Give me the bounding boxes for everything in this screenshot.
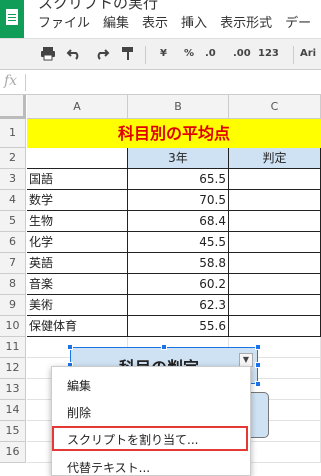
sheets-logo-icon[interactable] — [0, 0, 24, 38]
resize-handle[interactable] — [255, 344, 261, 350]
toolbar-divider — [293, 46, 294, 64]
row-header[interactable]: 11 — [0, 337, 26, 358]
decrease-decimal-button[interactable]: .0 — [205, 48, 216, 59]
formula-divider — [25, 74, 26, 91]
row-header[interactable]: 5 — [0, 211, 26, 232]
score-cell[interactable]: 58.8 — [128, 253, 229, 274]
row-header[interactable]: 12 — [0, 358, 26, 379]
subject-cell[interactable]: 美術 — [27, 295, 128, 316]
row-header[interactable]: 15 — [0, 421, 26, 442]
grade-cell[interactable] — [229, 316, 321, 337]
subject-cell[interactable]: 数学 — [27, 190, 128, 211]
drawing-menu-chevron-down-icon[interactable]: ▼ — [239, 353, 253, 367]
menu-item-delete[interactable]: 削除 — [67, 404, 91, 421]
score-cell[interactable]: 68.4 — [128, 211, 229, 232]
score-cell[interactable]: 55.6 — [128, 316, 229, 337]
header-cell-blank[interactable] — [27, 148, 128, 169]
formula-bar[interactable]: fx — [0, 70, 321, 95]
row-header[interactable]: 4 — [0, 190, 26, 211]
resize-handle[interactable] — [255, 362, 261, 368]
grade-cell[interactable] — [229, 232, 321, 253]
menu-insert[interactable]: 挿入 — [181, 12, 207, 31]
row-header[interactable]: 14 — [0, 400, 26, 421]
header-cell-grade[interactable]: 判定 — [229, 148, 321, 169]
resize-handle[interactable] — [67, 344, 73, 350]
menu-item-alt-text[interactable]: 代替テキスト... — [67, 459, 150, 476]
menu-item-assign-script[interactable]: スクリプトを割り当て... — [67, 431, 198, 448]
menu-bar: ファイル 編集 表示 挿入 表示形式 デー — [38, 12, 321, 31]
grade-cell[interactable] — [229, 274, 321, 295]
row-header[interactable]: 3 — [0, 169, 26, 190]
number-format-button[interactable]: 123 — [258, 48, 279, 59]
column-header-c[interactable]: C — [229, 95, 321, 119]
currency-format-button[interactable]: ¥ — [160, 48, 167, 59]
percent-format-button[interactable]: % — [184, 48, 194, 59]
fx-icon: fx — [4, 73, 18, 89]
subject-cell[interactable]: 国語 — [27, 169, 128, 190]
subject-cell[interactable]: 生物 — [27, 211, 128, 232]
score-cell[interactable]: 70.5 — [128, 190, 229, 211]
subject-cell[interactable]: 保健体育 — [27, 316, 128, 337]
row-header[interactable]: 13 — [0, 379, 26, 400]
toolbar: ¥ % .0 .00 123 Ari — [0, 38, 321, 70]
print-icon[interactable] — [40, 45, 56, 65]
row-header[interactable]: 7 — [0, 253, 26, 274]
grade-cell[interactable] — [229, 211, 321, 232]
sheet-title-cell[interactable]: 科目別の平均点 — [27, 119, 321, 148]
header-cell-year[interactable]: 3年 — [128, 148, 229, 169]
resize-handle[interactable] — [255, 381, 261, 387]
column-header-b[interactable]: B — [128, 95, 229, 119]
grade-cell[interactable] — [229, 169, 321, 190]
app-header: スクリプトの実行 ファイル 編集 表示 挿入 表示形式 デー — [0, 0, 321, 38]
resize-handle[interactable] — [161, 344, 167, 350]
subject-cell[interactable]: 化学 — [27, 232, 128, 253]
grade-cell[interactable] — [229, 190, 321, 211]
row-header[interactable]: 6 — [0, 232, 26, 253]
score-cell[interactable]: 60.2 — [128, 274, 229, 295]
row-header[interactable]: 16 — [0, 442, 26, 463]
undo-icon[interactable] — [66, 45, 82, 65]
redo-icon[interactable] — [94, 45, 110, 65]
subject-cell[interactable]: 英語 — [27, 253, 128, 274]
subject-cell[interactable]: 音楽 — [27, 274, 128, 295]
menu-item-edit[interactable]: 編集 — [67, 377, 91, 394]
menu-format[interactable]: 表示形式 — [220, 12, 272, 31]
menu-data[interactable]: デー — [285, 12, 311, 31]
column-header-a[interactable]: A — [27, 95, 128, 119]
row-header[interactable]: 10 — [0, 316, 26, 337]
select-all-corner[interactable] — [0, 95, 26, 119]
row-header[interactable]: 1 — [0, 119, 26, 148]
menu-edit[interactable]: 編集 — [103, 12, 129, 31]
row-header[interactable]: 8 — [0, 274, 26, 295]
grade-cell[interactable] — [229, 295, 321, 316]
score-cell[interactable]: 62.3 — [128, 295, 229, 316]
toolbar-divider — [145, 46, 146, 64]
font-family-select[interactable]: Ari — [300, 48, 316, 59]
paint-format-icon[interactable] — [120, 45, 136, 65]
menu-file[interactable]: ファイル — [38, 12, 90, 31]
row-header[interactable]: 9 — [0, 295, 26, 316]
drawing-context-menu: 編集 削除 スクリプトを割り当て... 代替テキスト... — [51, 366, 251, 476]
menu-view[interactable]: 表示 — [142, 12, 168, 31]
increase-decimal-button[interactable]: .00 — [233, 48, 251, 59]
score-cell[interactable]: 65.5 — [128, 169, 229, 190]
grade-cell[interactable] — [229, 253, 321, 274]
row-header[interactable]: 2 — [0, 148, 26, 169]
score-cell[interactable]: 45.5 — [128, 232, 229, 253]
